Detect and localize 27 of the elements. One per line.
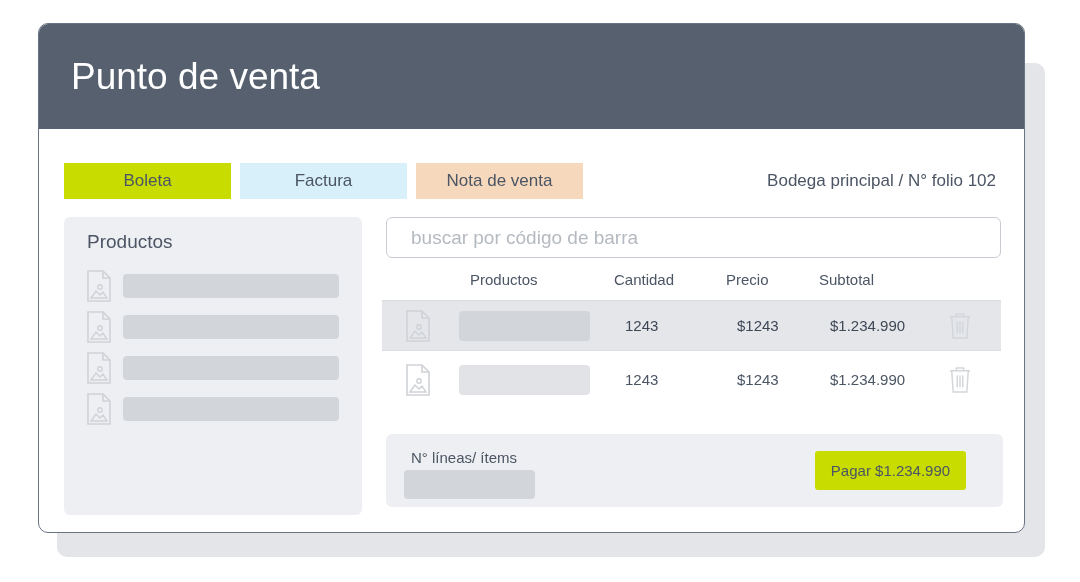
- image-file-icon: [87, 311, 111, 343]
- location-label: Bodega principal / N° folio 102: [767, 171, 996, 191]
- document-type-button[interactable]: Nota de venta: [416, 163, 583, 199]
- window-title: Punto de venta: [71, 55, 320, 98]
- image-file-icon: [87, 352, 111, 384]
- column-header: Cantidad: [614, 270, 676, 288]
- table-cell-text: $1243: [737, 317, 780, 334]
- pay-button[interactable]: Pagar $1.234.990: [815, 451, 966, 490]
- trash-icon[interactable]: [949, 366, 971, 393]
- document-type-button[interactable]: Factura: [240, 163, 407, 199]
- table-row[interactable]: 1243 $1243 $1.234.990: [382, 354, 1001, 405]
- document-type-button[interactable]: Boleta: [64, 163, 231, 199]
- table-cell-text: 1243: [625, 371, 660, 388]
- table-row[interactable]: 1243 $1243 $1.234.990: [382, 300, 1001, 351]
- column-header: Subtotal: [819, 270, 876, 288]
- search-field[interactable]: buscar por código de barra: [386, 217, 1001, 258]
- table-cell-text: $1.234.990: [830, 317, 907, 334]
- column-header: Productos: [469, 270, 539, 288]
- column-header: Precio: [726, 270, 770, 288]
- table-cell-text: $1243: [737, 371, 780, 388]
- image-file-icon: [87, 270, 111, 302]
- image-file-icon: [406, 363, 430, 396]
- panel-title: Productos: [87, 231, 174, 253]
- table-cell-text: 1243: [625, 317, 660, 334]
- table-cell-text: $1.234.990: [830, 371, 907, 388]
- image-file-icon: [87, 393, 111, 425]
- lines-label: N° líneas/ ítems: [410, 448, 519, 466]
